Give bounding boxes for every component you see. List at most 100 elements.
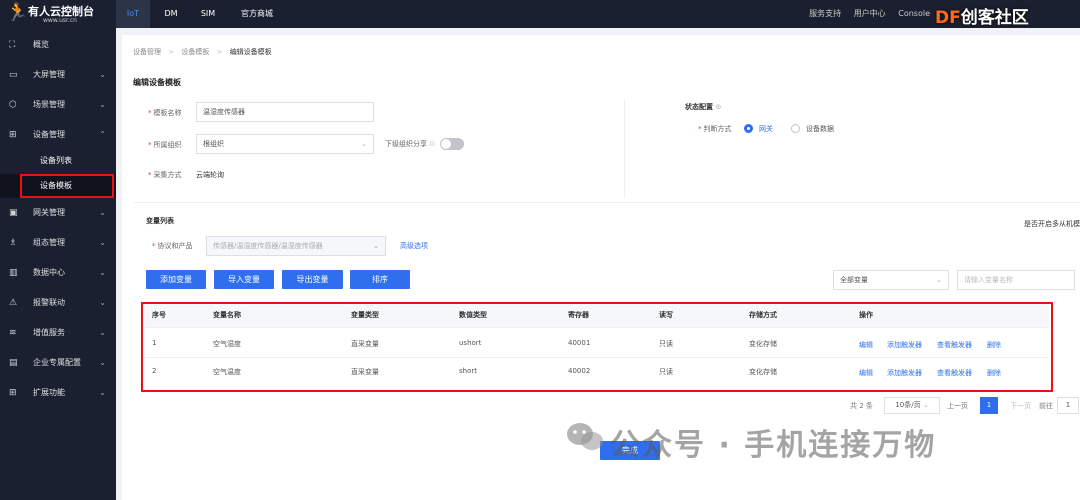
highlight-box-template — [20, 174, 114, 198]
chevron-down-icon: ⌄ — [99, 358, 106, 367]
view-trigger-link[interactable]: 查看触发器 — [937, 340, 972, 350]
radio-device-data[interactable] — [791, 124, 800, 133]
org-label: * 所属组织 — [148, 141, 182, 149]
sidebar-item-enterprise[interactable]: ▤ 企业专属配置 ⌄ — [0, 348, 116, 378]
advanced-options-link[interactable]: 高级选项 — [400, 241, 428, 251]
app-subtitle: www.usr.cn — [43, 17, 77, 24]
variable-search-input[interactable]: 请输入变量名称 — [957, 270, 1075, 290]
th-register: 寄存器 — [568, 311, 589, 319]
page-1-button[interactable]: 1 — [980, 397, 998, 414]
multi-slave-label: 是否开启多从机模 — [1024, 220, 1080, 228]
delete-link[interactable]: 删除 — [987, 368, 1001, 378]
chevron-down-icon: ⌄ — [99, 268, 106, 277]
breadcrumb-current: 编辑设备模板 — [229, 48, 272, 56]
form-divider — [624, 100, 625, 198]
chevron-down-icon: ⌄ — [99, 328, 106, 337]
gateway-icon: ▣ — [9, 208, 18, 218]
th-rw: 读写 — [659, 311, 673, 319]
variable-filter-select[interactable]: 全部变量 ⌄ — [833, 270, 949, 290]
app-logo[interactable]: 🏃 有人云控制台 www.usr.cn — [6, 2, 116, 26]
sidebar-item-overview[interactable]: ⛶ 概览 — [0, 30, 116, 60]
tab-store[interactable]: 官方商城 — [232, 0, 282, 28]
chevron-down-icon: ⌄ — [99, 388, 106, 397]
device-icon: ⊞ — [9, 130, 17, 140]
org-select[interactable]: 根组织 ⌄ — [196, 134, 374, 154]
protocol-select[interactable]: 传感器/温湿度传感器/温湿度传感器 ⌄ — [206, 236, 386, 256]
edit-link[interactable]: 编辑 — [859, 340, 873, 350]
delete-link[interactable]: 删除 — [987, 340, 1001, 350]
top-right-links: 服务支持 用户中心 Console — [799, 0, 930, 28]
template-name-label: * 模板名称 — [148, 109, 182, 117]
sidebar-item-config[interactable]: ♗ 组态管理 ⌄ — [0, 228, 116, 258]
status-title: 状态配置 ⊙ — [685, 103, 722, 111]
tab-dm[interactable]: DM — [156, 0, 186, 28]
chevron-down-icon: ⌄ — [99, 208, 106, 217]
cell-name: 空气湿度 — [213, 340, 241, 348]
row-divider — [145, 327, 1049, 328]
df-community-logo: DF创客社区 — [935, 8, 1029, 28]
chevron-down-icon: ⌄ — [99, 70, 106, 79]
template-name-input[interactable]: 温湿度传感器 — [196, 102, 374, 122]
prev-page-button[interactable]: 上一页 — [947, 401, 968, 411]
chevron-down-icon: ⌄ — [373, 242, 379, 250]
chevron-down-icon: ⌄ — [99, 238, 106, 247]
breadcrumb-device-template[interactable]: 设备模板 — [181, 48, 209, 56]
person-logo-icon: 🏃 — [6, 2, 29, 23]
import-variable-button[interactable]: 导入变量 — [214, 270, 274, 289]
console-link[interactable]: Console — [898, 9, 930, 18]
add-trigger-link[interactable]: 添加触发器 — [887, 368, 922, 378]
config-icon: ♗ — [9, 238, 18, 248]
radio-gateway[interactable] — [744, 124, 753, 133]
th-actions: 操作 — [859, 311, 873, 319]
scene-icon: ⬡ — [9, 100, 17, 110]
th-storage: 存储方式 — [749, 311, 777, 319]
chevron-down-icon: ⌄ — [99, 100, 106, 109]
th-num-type: 数值类型 — [459, 311, 487, 319]
cell-num-type: short — [459, 367, 477, 375]
top-bar: 🏃 有人云控制台 www.usr.cn IoT DM SIM 官方商城 服务支持… — [0, 0, 1080, 28]
goto-page-input[interactable]: 1 — [1057, 397, 1079, 414]
add-trigger-link[interactable]: 添加触发器 — [887, 340, 922, 350]
share-toggle[interactable] — [440, 138, 464, 150]
sidebar-item-value-added[interactable]: ≋ 增值服务 ⌄ — [0, 318, 116, 348]
sidebar-item-gateway[interactable]: ▣ 网关管理 ⌄ — [0, 198, 116, 228]
sidebar-item-alarm[interactable]: ⚠ 报警联动 ⌄ — [0, 288, 116, 318]
page-size-select[interactable]: 10条/页 ⌄ — [884, 397, 940, 414]
row-divider — [145, 357, 1049, 358]
view-trigger-link[interactable]: 查看触发器 — [937, 368, 972, 378]
wechat-icon — [567, 423, 603, 450]
th-name: 变量名称 — [213, 311, 241, 319]
sort-button[interactable]: 排序 — [350, 270, 410, 289]
next-page-button[interactable]: 下一页 — [1010, 401, 1031, 411]
edit-link[interactable]: 编辑 — [859, 368, 873, 378]
enterprise-icon: ▤ — [9, 358, 18, 368]
sidebar-subitem-device-list[interactable]: 设备列表 — [0, 149, 116, 173]
cell-register: 40001 — [568, 339, 591, 347]
user-center-link[interactable]: 用户中心 — [854, 9, 886, 18]
cell-storage: 变化存储 — [749, 368, 777, 376]
sidebar-item-device[interactable]: ⊞ 设备管理 ⌃ — [0, 120, 116, 150]
variables-title: 变量列表 — [146, 217, 174, 225]
tab-iot[interactable]: IoT — [116, 0, 150, 28]
sidebar-item-screen[interactable]: ▭ 大屏管理 ⌄ — [0, 60, 116, 90]
sidebar-item-data[interactable]: ▥ 数据中心 ⌄ — [0, 258, 116, 288]
cell-num-type: ushort — [459, 339, 482, 347]
support-link[interactable]: 服务支持 — [809, 9, 841, 18]
question-icon: ⊙ — [715, 103, 722, 111]
tab-sim[interactable]: SIM — [192, 0, 224, 28]
overview-icon: ⛶ — [9, 40, 16, 50]
alarm-icon: ⚠ — [9, 298, 18, 308]
collect-label: * 采集方式 — [148, 171, 182, 179]
cell-rw: 只读 — [659, 368, 673, 376]
judge-label: * 判断方式 — [698, 125, 732, 133]
export-variable-button[interactable]: 导出变量 — [282, 270, 343, 289]
collect-value: 云端轮询 — [196, 171, 224, 179]
sidebar-item-scene[interactable]: ⬡ 场景管理 ⌄ — [0, 90, 116, 120]
th-no: 序号 — [152, 311, 166, 319]
watermark-text: 公众号 · 手机连接万物 — [610, 428, 937, 463]
sidebar-item-extension[interactable]: ⊞ 扩展功能 ⌄ — [0, 378, 116, 408]
breadcrumb-device-mgmt[interactable]: 设备管理 — [133, 48, 161, 56]
add-variable-button[interactable]: 添加变量 — [146, 270, 206, 289]
th-var-type: 变量类型 — [351, 311, 379, 319]
chevron-up-icon: ⌃ — [99, 130, 106, 139]
